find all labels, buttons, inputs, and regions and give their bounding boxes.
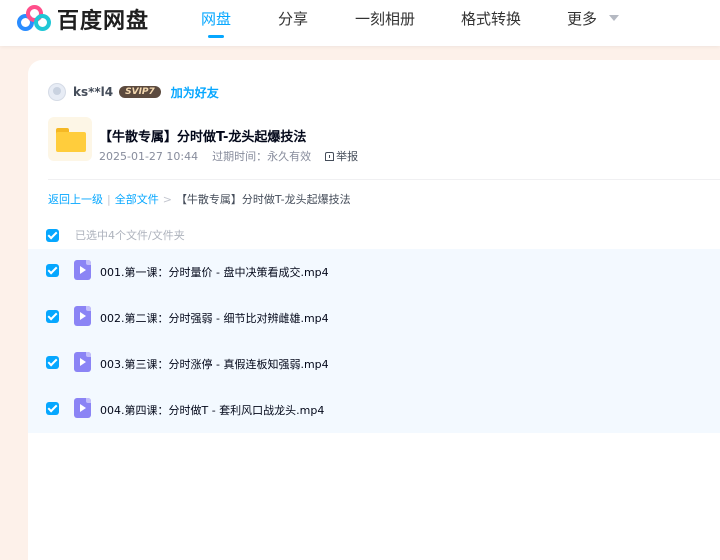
share-date: 2025-01-27 10:44 bbox=[99, 149, 199, 163]
nav-item-netdisk[interactable]: 网盘 bbox=[201, 8, 232, 38]
folder-meta: 2025-01-27 10:44 过期时间：永久有效 举报 bbox=[99, 148, 358, 164]
list-item[interactable]: 002.第二课：分时强弱 - 细节比对辨雌雄.mp4 bbox=[28, 295, 720, 341]
file-name: 002.第二课：分时强弱 - 细节比对辨雌雄.mp4 bbox=[100, 312, 329, 325]
divider bbox=[48, 179, 720, 180]
nav-item-format-convert[interactable]: 格式转换 bbox=[461, 8, 521, 29]
list-item[interactable]: 003.第三课：分时涨停 - 真假连板知强弱.mp4 bbox=[28, 341, 720, 387]
sharer-info: ks**l4 SVIP7 加为好友 bbox=[48, 82, 219, 102]
report-button[interactable]: 举报 bbox=[325, 148, 358, 164]
list-item[interactable]: 001.第一课：分时量价 - 盘中决策看成交.mp4 bbox=[28, 249, 720, 295]
select-all-row: 已选中4个文件/文件夹 bbox=[46, 227, 185, 243]
breadcrumb-current: 【牛散专属】分时做T-龙头起爆技法 bbox=[175, 193, 351, 206]
vip-badge: SVIP7 bbox=[119, 86, 161, 98]
avatar[interactable] bbox=[48, 83, 66, 101]
all-files-link[interactable]: 全部文件 bbox=[115, 191, 159, 207]
top-header: 百度网盘 网盘 分享 一刻相册 格式转换 更多 bbox=[0, 0, 720, 46]
video-file-icon bbox=[74, 352, 91, 372]
share-card: ks**l4 SVIP7 加为好友 【牛散专属】分时做T-龙头起爆技法 2025… bbox=[28, 60, 720, 560]
file-name: 003.第三课：分时涨停 - 真假连板知强弱.mp4 bbox=[100, 358, 329, 371]
baidu-netdisk-logo[interactable]: 百度网盘 bbox=[15, 4, 149, 34]
folder-icon bbox=[48, 117, 92, 161]
row-checkbox[interactable] bbox=[46, 356, 59, 369]
report-label: 举报 bbox=[336, 150, 359, 163]
folder-title: 【牛散专属】分时做T-龙头起爆技法 bbox=[99, 130, 307, 145]
select-all-checkbox[interactable] bbox=[46, 228, 59, 242]
breadcrumb-separator: > bbox=[162, 192, 172, 206]
row-checkbox[interactable] bbox=[46, 310, 59, 323]
nav-item-share[interactable]: 分享 bbox=[278, 8, 308, 29]
chevron-down-icon bbox=[608, 14, 619, 21]
selection-count: 已选中4个文件/文件夹 bbox=[75, 229, 185, 242]
nav-item-label: 分享 bbox=[278, 10, 309, 28]
file-name: 004.第四课：分时做T - 套利风口战龙头.mp4 bbox=[100, 404, 325, 417]
nav-item-label: 格式转换 bbox=[461, 10, 522, 28]
expiry-text: 过期时间：永久有效 bbox=[212, 150, 312, 163]
nav-item-album[interactable]: 一刻相册 bbox=[355, 8, 415, 29]
nav-item-more[interactable]: 更多 bbox=[567, 8, 619, 29]
video-file-icon bbox=[74, 306, 91, 326]
add-friend-link[interactable]: 加为好友 bbox=[171, 84, 219, 101]
video-file-icon bbox=[74, 398, 91, 418]
nav-item-label: 一刻相册 bbox=[355, 10, 416, 28]
list-item[interactable]: 004.第四课：分时做T - 套利风口战龙头.mp4 bbox=[28, 387, 720, 433]
sharer-name: ks**l4 bbox=[73, 85, 114, 99]
breadcrumb-separator: | bbox=[107, 192, 111, 206]
row-checkbox[interactable] bbox=[46, 264, 59, 277]
file-list: 001.第一课：分时量价 - 盘中决策看成交.mp4 002.第二课：分时强弱 … bbox=[28, 249, 720, 433]
nav-item-label: 网盘 bbox=[201, 10, 232, 28]
file-name: 001.第一课：分时量价 - 盘中决策看成交.mp4 bbox=[100, 266, 329, 279]
video-file-icon bbox=[74, 260, 91, 280]
breadcrumb: 返回上一级 | 全部文件 > 【牛散专属】分时做T-龙头起爆技法 bbox=[48, 191, 351, 207]
alert-icon bbox=[325, 151, 335, 161]
logo-icon bbox=[15, 5, 53, 33]
nav-item-label: 更多 bbox=[567, 10, 598, 28]
row-checkbox[interactable] bbox=[46, 402, 59, 415]
nav-active-indicator bbox=[208, 35, 224, 38]
logo-text: 百度网盘 bbox=[57, 9, 150, 34]
back-link[interactable]: 返回上一级 bbox=[48, 191, 103, 207]
